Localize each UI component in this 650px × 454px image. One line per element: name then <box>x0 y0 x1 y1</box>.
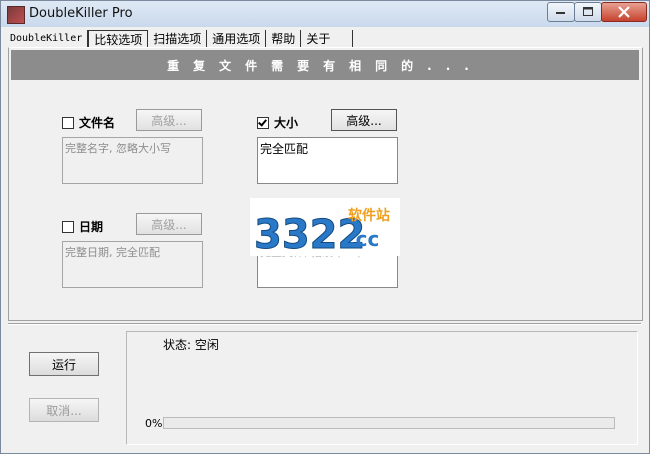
svg-text:软件站: 软件站 <box>348 207 390 224</box>
filename-checkbox[interactable]: 文件名 <box>62 114 115 131</box>
app-window: DoubleKiller Pro DoubleKiller 比较选项 扫描选项 … <box>0 0 650 454</box>
size-label: 大小 <box>274 116 299 130</box>
title-bar[interactable]: DoubleKiller Pro <box>1 1 649 27</box>
date-label: 日期 <box>79 220 104 234</box>
minimize-icon <box>556 12 565 14</box>
progress-percent: 0% <box>145 417 163 430</box>
tab-compare-options[interactable]: 比较选项 <box>88 30 149 48</box>
status-value: 空闲 <box>194 338 219 352</box>
svg-text:.cc: .cc <box>348 227 379 251</box>
close-icon <box>618 6 630 18</box>
tab-bar: DoubleKiller 比较选项 扫描选项 通用选项 帮助 关于 <box>5 30 354 48</box>
size-advanced-button[interactable]: 高级... <box>331 109 397 131</box>
filename-advanced-button[interactable]: 高级... <box>136 109 202 131</box>
maximize-icon <box>583 7 593 16</box>
app-icon <box>7 6 25 24</box>
date-detail-box: 完整日期, 完全匹配 <box>62 241 203 288</box>
maximize-button[interactable] <box>574 2 602 22</box>
tab-scan-options[interactable]: 扫描选项 <box>148 30 208 47</box>
tab-doublekiller[interactable]: DoubleKiller <box>5 30 89 47</box>
date-checkbox[interactable]: 日期 <box>62 218 103 235</box>
run-button[interactable]: 运行 <box>29 352 99 376</box>
date-advanced-button[interactable]: 高级... <box>136 213 202 235</box>
tab-help[interactable]: 帮助 <box>266 30 302 47</box>
close-button[interactable] <box>601 2 647 22</box>
watermark-logo-image: 3322 .cc 软件站 <box>254 207 391 259</box>
size-detail-box: 完全匹配 <box>257 137 398 184</box>
date-checkbox-box[interactable] <box>62 220 74 233</box>
window-title: DoubleKiller Pro <box>29 6 133 21</box>
tab-about[interactable]: 关于 <box>301 30 354 47</box>
minimize-button[interactable] <box>547 2 575 22</box>
filename-label: 文件名 <box>79 116 116 130</box>
watermark-logo: 3322 .cc 软件站 <box>250 198 400 259</box>
status-line: 状态: 空闲 <box>163 336 219 353</box>
size-checkbox-box[interactable] <box>257 116 269 129</box>
cancel-button[interactable]: 取消... <box>29 398 99 422</box>
filename-detail-box: 完整名字, 忽略大小写 <box>62 137 203 184</box>
tab-general-options[interactable]: 通用选项 <box>207 30 267 47</box>
section-banner: 重复文件需要有相同的... <box>11 50 639 80</box>
status-label: 状态: <box>163 338 192 352</box>
progress-bar <box>163 417 615 429</box>
section-separator <box>8 323 641 325</box>
filename-checkbox-box[interactable] <box>62 116 74 129</box>
size-checkbox[interactable]: 大小 <box>257 114 298 131</box>
